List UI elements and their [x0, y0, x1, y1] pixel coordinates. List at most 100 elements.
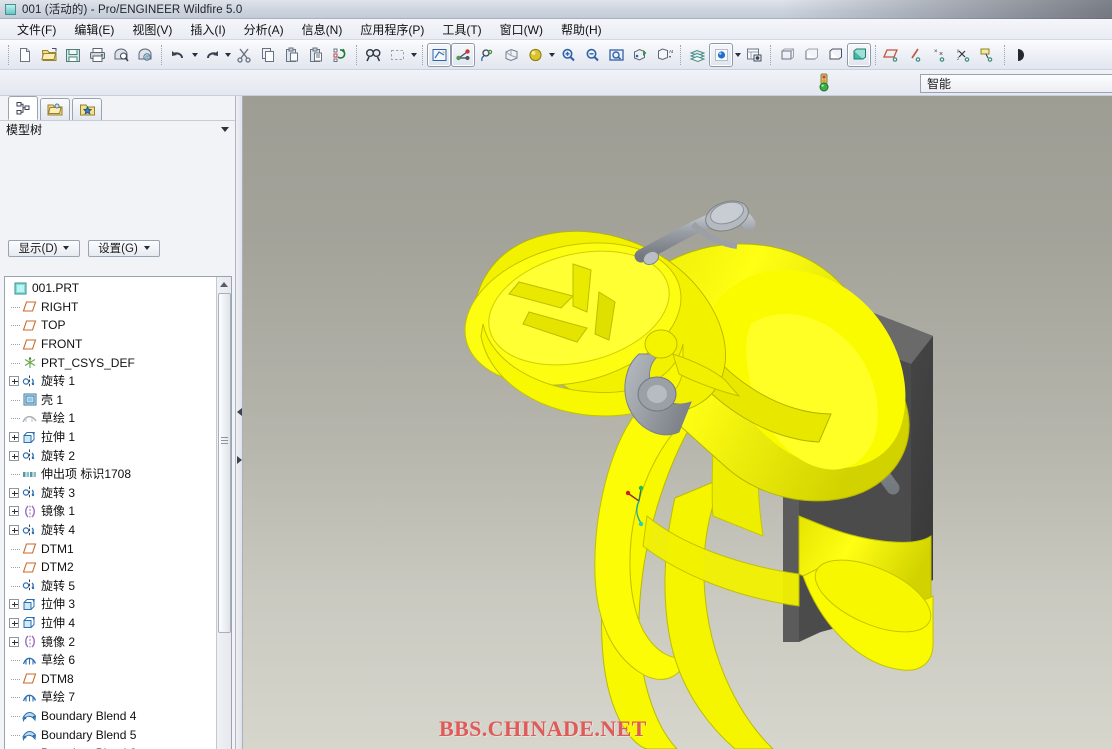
menu-view[interactable]: 视图(V) [123, 19, 181, 40]
tree-item[interactable]: DTM8 [5, 669, 215, 688]
tree-item[interactable]: 旋转 4 [5, 521, 215, 540]
splitter-collapse-left-icon[interactable] [237, 408, 242, 417]
datum-point-icon[interactable]: × × [928, 43, 952, 67]
menu-file[interactable]: 文件(F) [8, 19, 65, 40]
chevron-down-icon[interactable] [221, 127, 229, 132]
tree-item[interactable]: Boundary Blend 5 [5, 725, 215, 744]
smart-filter-select[interactable]: 智能 [920, 74, 1112, 93]
select-box-icon[interactable] [385, 43, 409, 67]
expand-plus-icon[interactable] [9, 506, 19, 517]
appearance-dropdown-caret[interactable] [547, 43, 556, 67]
reorient-icon[interactable] [628, 43, 652, 67]
tree-item[interactable]: 草绘 1 [5, 409, 215, 428]
tree-item[interactable]: Boundary Blend 4 [5, 707, 215, 726]
point-display-dropdown-caret[interactable] [733, 43, 742, 67]
expand-plus-icon[interactable] [9, 636, 19, 647]
annotation-icon[interactable] [976, 43, 1000, 67]
print-icon[interactable] [85, 43, 109, 67]
undo-dropdown-caret[interactable] [190, 43, 199, 67]
expand-plus-icon[interactable] [9, 525, 19, 536]
tree-item[interactable]: 旋转 1 [5, 372, 215, 391]
select-dropdown-caret[interactable] [409, 43, 418, 67]
layer-stack-icon[interactable] [685, 43, 709, 67]
datum-plane-icon[interactable] [880, 43, 904, 67]
panel-splitter[interactable] [236, 96, 243, 749]
tab-favorites[interactable] [72, 98, 102, 120]
hidden-line-icon[interactable] [799, 43, 823, 67]
menu-info[interactable]: 信息(N) [293, 19, 352, 40]
expand-plus-icon[interactable] [9, 432, 19, 443]
tab-model-tree[interactable] [8, 96, 38, 120]
expand-plus-icon[interactable] [9, 487, 19, 498]
print-preview-icon[interactable] [109, 43, 133, 67]
tree-item[interactable]: 旋转 2 [5, 446, 215, 465]
tree-item[interactable]: 伸出项 标识1708 [5, 465, 215, 484]
open-folder-icon[interactable] [37, 43, 61, 67]
menu-edit[interactable]: 编辑(E) [65, 19, 123, 40]
tab-folder-browser[interactable] [40, 98, 70, 120]
layers-icon[interactable] [475, 43, 499, 67]
relations-icon[interactable] [451, 42, 475, 67]
expand-plus-icon[interactable] [9, 376, 19, 387]
datum-csys-icon[interactable]: yz [952, 43, 976, 67]
datum-display-icon[interactable] [427, 42, 451, 67]
traffic-light-icon[interactable] [816, 72, 832, 94]
cut-icon[interactable] [232, 43, 256, 67]
tree-scrollbar[interactable] [216, 277, 231, 749]
menu-analysis[interactable]: 分析(A) [235, 19, 293, 40]
tree-item[interactable]: TOP [5, 316, 215, 335]
appearance-sphere-icon[interactable] [523, 43, 547, 67]
regenerate-icon[interactable] [328, 43, 352, 67]
tree-item[interactable]: 拉伸 3 [5, 595, 215, 614]
tree-item[interactable]: 草绘 6 [5, 651, 215, 670]
find-icon[interactable] [361, 43, 385, 67]
shading-icon[interactable] [847, 42, 871, 67]
feature-tree[interactable]: 001.PRT RIGHT TOP FRONT PRT_CSYS_DEF 旋转 1 壳 1 草… [4, 276, 232, 749]
saved-views-icon[interactable]: AB [652, 43, 676, 67]
point-display-icon[interactable] [709, 42, 733, 67]
spin-center-icon[interactable] [499, 43, 523, 67]
save-icon[interactable] [61, 43, 85, 67]
paste-special-icon[interactable] [304, 43, 328, 67]
tree-item[interactable]: DTM2 [5, 558, 215, 577]
paste-icon[interactable] [280, 43, 304, 67]
tree-item[interactable]: Boundary Blend 6 [5, 744, 215, 749]
graphics-viewport[interactable]: BBS.CHINADE.NET [243, 96, 1112, 749]
new-file-icon[interactable] [13, 43, 37, 67]
splitter-expand-right-icon[interactable] [237, 456, 242, 465]
tree-item[interactable]: 旋转 5 [5, 577, 215, 596]
show-dropdown-button[interactable]: 显示(D) [8, 239, 80, 257]
tree-item[interactable]: 镜像 2 [5, 632, 215, 651]
tree-item[interactable]: DTM1 [5, 539, 215, 558]
expand-plus-icon[interactable] [9, 599, 19, 610]
scrollbar-thumb[interactable] [218, 293, 231, 633]
no-hidden-icon[interactable] [823, 43, 847, 67]
tree-item[interactable]: 旋转 3 [5, 484, 215, 503]
tree-item[interactable]: 草绘 7 [5, 688, 215, 707]
tree-item[interactable]: 壳 1 [5, 391, 215, 410]
wireframe-icon[interactable] [775, 43, 799, 67]
zoom-in-icon[interactable] [556, 43, 580, 67]
menu-applications[interactable]: 应用程序(P) [351, 19, 433, 40]
redo-icon[interactable] [199, 43, 223, 67]
expand-plus-icon[interactable] [9, 617, 19, 628]
toolbar-overflow-icon[interactable] [1009, 43, 1033, 67]
settings-dropdown-button[interactable]: 设置(G) [88, 239, 160, 257]
tree-item[interactable]: 001.PRT [5, 279, 215, 298]
datum-axis-icon[interactable] [904, 43, 928, 67]
tree-item[interactable]: PRT_CSYS_DEF [5, 353, 215, 372]
tree-item[interactable]: 拉伸 1 [5, 428, 215, 447]
menu-help[interactable]: 帮助(H) [552, 19, 611, 40]
redo-dropdown-caret[interactable] [223, 43, 232, 67]
menu-window[interactable]: 窗口(W) [491, 19, 552, 40]
tree-item[interactable]: 拉伸 4 [5, 614, 215, 633]
undo-icon[interactable] [166, 43, 190, 67]
menu-tools[interactable]: 工具(T) [433, 19, 490, 40]
tree-item[interactable]: RIGHT [5, 298, 215, 317]
email-icon[interactable]: @ [133, 43, 157, 67]
tree-item[interactable]: FRONT [5, 335, 215, 354]
zoom-out-icon[interactable] [580, 43, 604, 67]
copy-icon[interactable] [256, 43, 280, 67]
tree-item[interactable]: 镜像 1 [5, 502, 215, 521]
scroll-up-arrow[interactable] [217, 277, 231, 291]
